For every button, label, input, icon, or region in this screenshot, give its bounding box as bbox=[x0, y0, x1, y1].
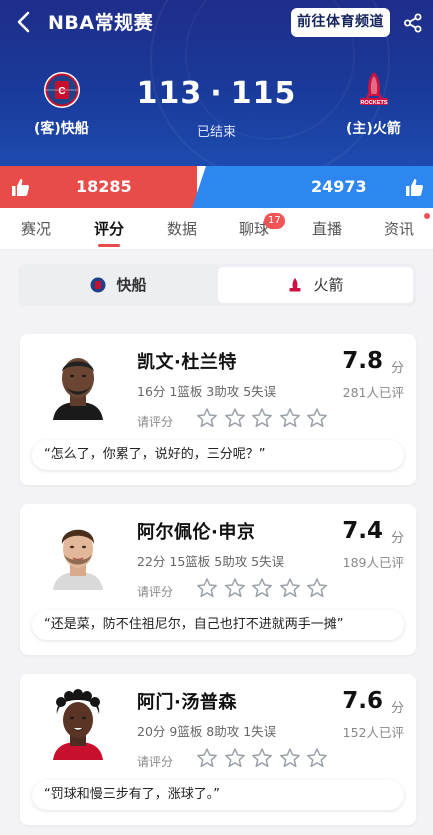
star-icon[interactable] bbox=[306, 407, 328, 429]
player-rating-card[interactable]: 阿尔佩伦·申京 22分 15篮板 5助攻 5失误 请评分 7.4 分 189人已… bbox=[20, 504, 416, 655]
player-score: 7.4 bbox=[342, 518, 383, 544]
team-toggle: 快船 火箭 bbox=[18, 264, 416, 306]
rater-count: 281人已评 bbox=[342, 385, 404, 400]
top-comment[interactable]: “怎么了，你累了，说好的，三分呢？” bbox=[32, 440, 404, 470]
star-icon[interactable] bbox=[251, 407, 273, 429]
star-icon[interactable] bbox=[279, 407, 301, 429]
top-comment[interactable]: “罚球和慢三步有了，涨球了。” bbox=[32, 780, 404, 810]
star-icon[interactable] bbox=[224, 407, 246, 429]
top-comment[interactable]: “还是菜，防不住祖尼尔，自己也打不进就两手一摊” bbox=[32, 610, 404, 640]
star-icon[interactable] bbox=[196, 747, 218, 769]
player-score: 7.8 bbox=[342, 348, 383, 374]
support-vote-bar: 18285 24973 bbox=[0, 166, 433, 208]
back-arrow-icon[interactable] bbox=[12, 9, 38, 35]
home-team-name[interactable]: (主)火箭 bbox=[346, 118, 401, 138]
player-avatar bbox=[53, 529, 103, 590]
toggle-away-team[interactable]: 快船 bbox=[21, 267, 216, 303]
star-icon[interactable] bbox=[306, 747, 328, 769]
rockets-mini-logo bbox=[289, 278, 301, 292]
tab-label: 评分 bbox=[93, 220, 124, 238]
tab-game-status[interactable]: 赛况 bbox=[6, 208, 66, 250]
tab-label: 数据 bbox=[166, 220, 197, 238]
star-icon[interactable] bbox=[224, 577, 246, 599]
rate-prompt: 请评分 bbox=[137, 755, 174, 769]
tab-ratings[interactable]: 评分 bbox=[79, 208, 139, 250]
rater-count: 152人已评 bbox=[342, 725, 404, 740]
score-unit: 分 bbox=[390, 361, 404, 376]
star-icon[interactable] bbox=[196, 407, 218, 429]
top-bar: NBA常规赛 前往体育频道 bbox=[0, 0, 433, 44]
player-name[interactable]: 阿尔佩伦·申京 bbox=[137, 518, 255, 544]
star-icon[interactable] bbox=[251, 747, 273, 769]
player-rating-card[interactable]: 阿门·汤普森 20分 9篮板 8助攻 1失误 请评分 7.6 分 152人已评 … bbox=[20, 674, 416, 825]
game-header: NBA常规赛 前往体育频道 C (客)快船 113 · 115 已结束 ROCKET… bbox=[0, 0, 433, 166]
player-stats: 22分 15篮板 5助攻 5失误 bbox=[137, 554, 285, 569]
star-rating[interactable] bbox=[196, 577, 334, 603]
player-name[interactable]: 凯文·杜兰特 bbox=[137, 348, 237, 374]
chat-count-badge: 17 bbox=[264, 213, 285, 229]
star-icon[interactable] bbox=[279, 577, 301, 599]
clippers-mini-logo bbox=[90, 277, 106, 293]
player-avatar bbox=[53, 358, 103, 420]
ratings-content: 快船 火箭 凯文·杜兰特 16分 1篮板 3助攻 5失误 请评分 7.8 分 2… bbox=[0, 250, 433, 835]
player-stats: 16分 1篮板 3助攻 5失误 bbox=[137, 384, 277, 399]
toggle-home-label: 火箭 bbox=[313, 276, 344, 294]
player-stats: 20分 9篮板 8助攻 1失误 bbox=[137, 724, 277, 739]
star-icon[interactable] bbox=[196, 577, 218, 599]
tab-label: 赛况 bbox=[20, 220, 51, 238]
share-icon[interactable] bbox=[403, 13, 423, 33]
page-title: NBA常规赛 bbox=[48, 12, 154, 34]
score-separator: · bbox=[210, 76, 223, 111]
tab-news[interactable]: 资讯 bbox=[369, 208, 430, 250]
toggle-home-team[interactable]: 火箭 bbox=[218, 267, 413, 303]
rate-prompt: 请评分 bbox=[137, 415, 174, 429]
rockets-logo[interactable]: ROCKETS bbox=[354, 70, 394, 110]
tab-bar: 赛况 评分 数据 聊球 17 直播 资讯 bbox=[0, 208, 433, 250]
rater-count: 189人已评 bbox=[342, 555, 404, 570]
star-icon[interactable] bbox=[279, 747, 301, 769]
away-vote-count: 18285 bbox=[76, 177, 132, 196]
player-score: 7.6 bbox=[342, 688, 383, 714]
star-rating[interactable] bbox=[196, 407, 334, 433]
tab-label: 资讯 bbox=[383, 220, 414, 238]
home-vote-count: 24973 bbox=[311, 177, 367, 196]
home-score: 115 bbox=[230, 76, 297, 111]
star-icon[interactable] bbox=[251, 577, 273, 599]
star-rating[interactable] bbox=[196, 747, 334, 773]
star-icon[interactable] bbox=[224, 747, 246, 769]
away-score: 113 bbox=[136, 76, 203, 111]
tab-data[interactable]: 数据 bbox=[152, 208, 212, 250]
active-tab-indicator bbox=[98, 244, 120, 247]
news-unread-dot bbox=[424, 213, 430, 219]
player-name[interactable]: 阿门·汤普森 bbox=[137, 688, 237, 714]
rate-prompt: 请评分 bbox=[137, 585, 174, 599]
star-icon[interactable] bbox=[306, 577, 328, 599]
score-unit: 分 bbox=[390, 701, 404, 716]
tab-chat[interactable]: 聊球 17 bbox=[224, 208, 285, 250]
player-avatar bbox=[53, 689, 103, 760]
toggle-away-label: 快船 bbox=[116, 276, 147, 294]
score-unit: 分 bbox=[390, 531, 404, 546]
tab-label: 直播 bbox=[311, 220, 342, 238]
thumbs-up-icon[interactable] bbox=[9, 176, 31, 198]
player-rating-card[interactable]: 凯文·杜兰特 16分 1篮板 3助攻 5失误 请评分 7.8 分 281人已评 … bbox=[20, 334, 416, 485]
sports-channel-button[interactable]: 前往体育频道 bbox=[291, 8, 390, 37]
svg-text:ROCKETS: ROCKETS bbox=[360, 100, 388, 106]
thumbs-up-icon[interactable] bbox=[403, 176, 425, 198]
tab-live[interactable]: 直播 bbox=[297, 208, 357, 250]
